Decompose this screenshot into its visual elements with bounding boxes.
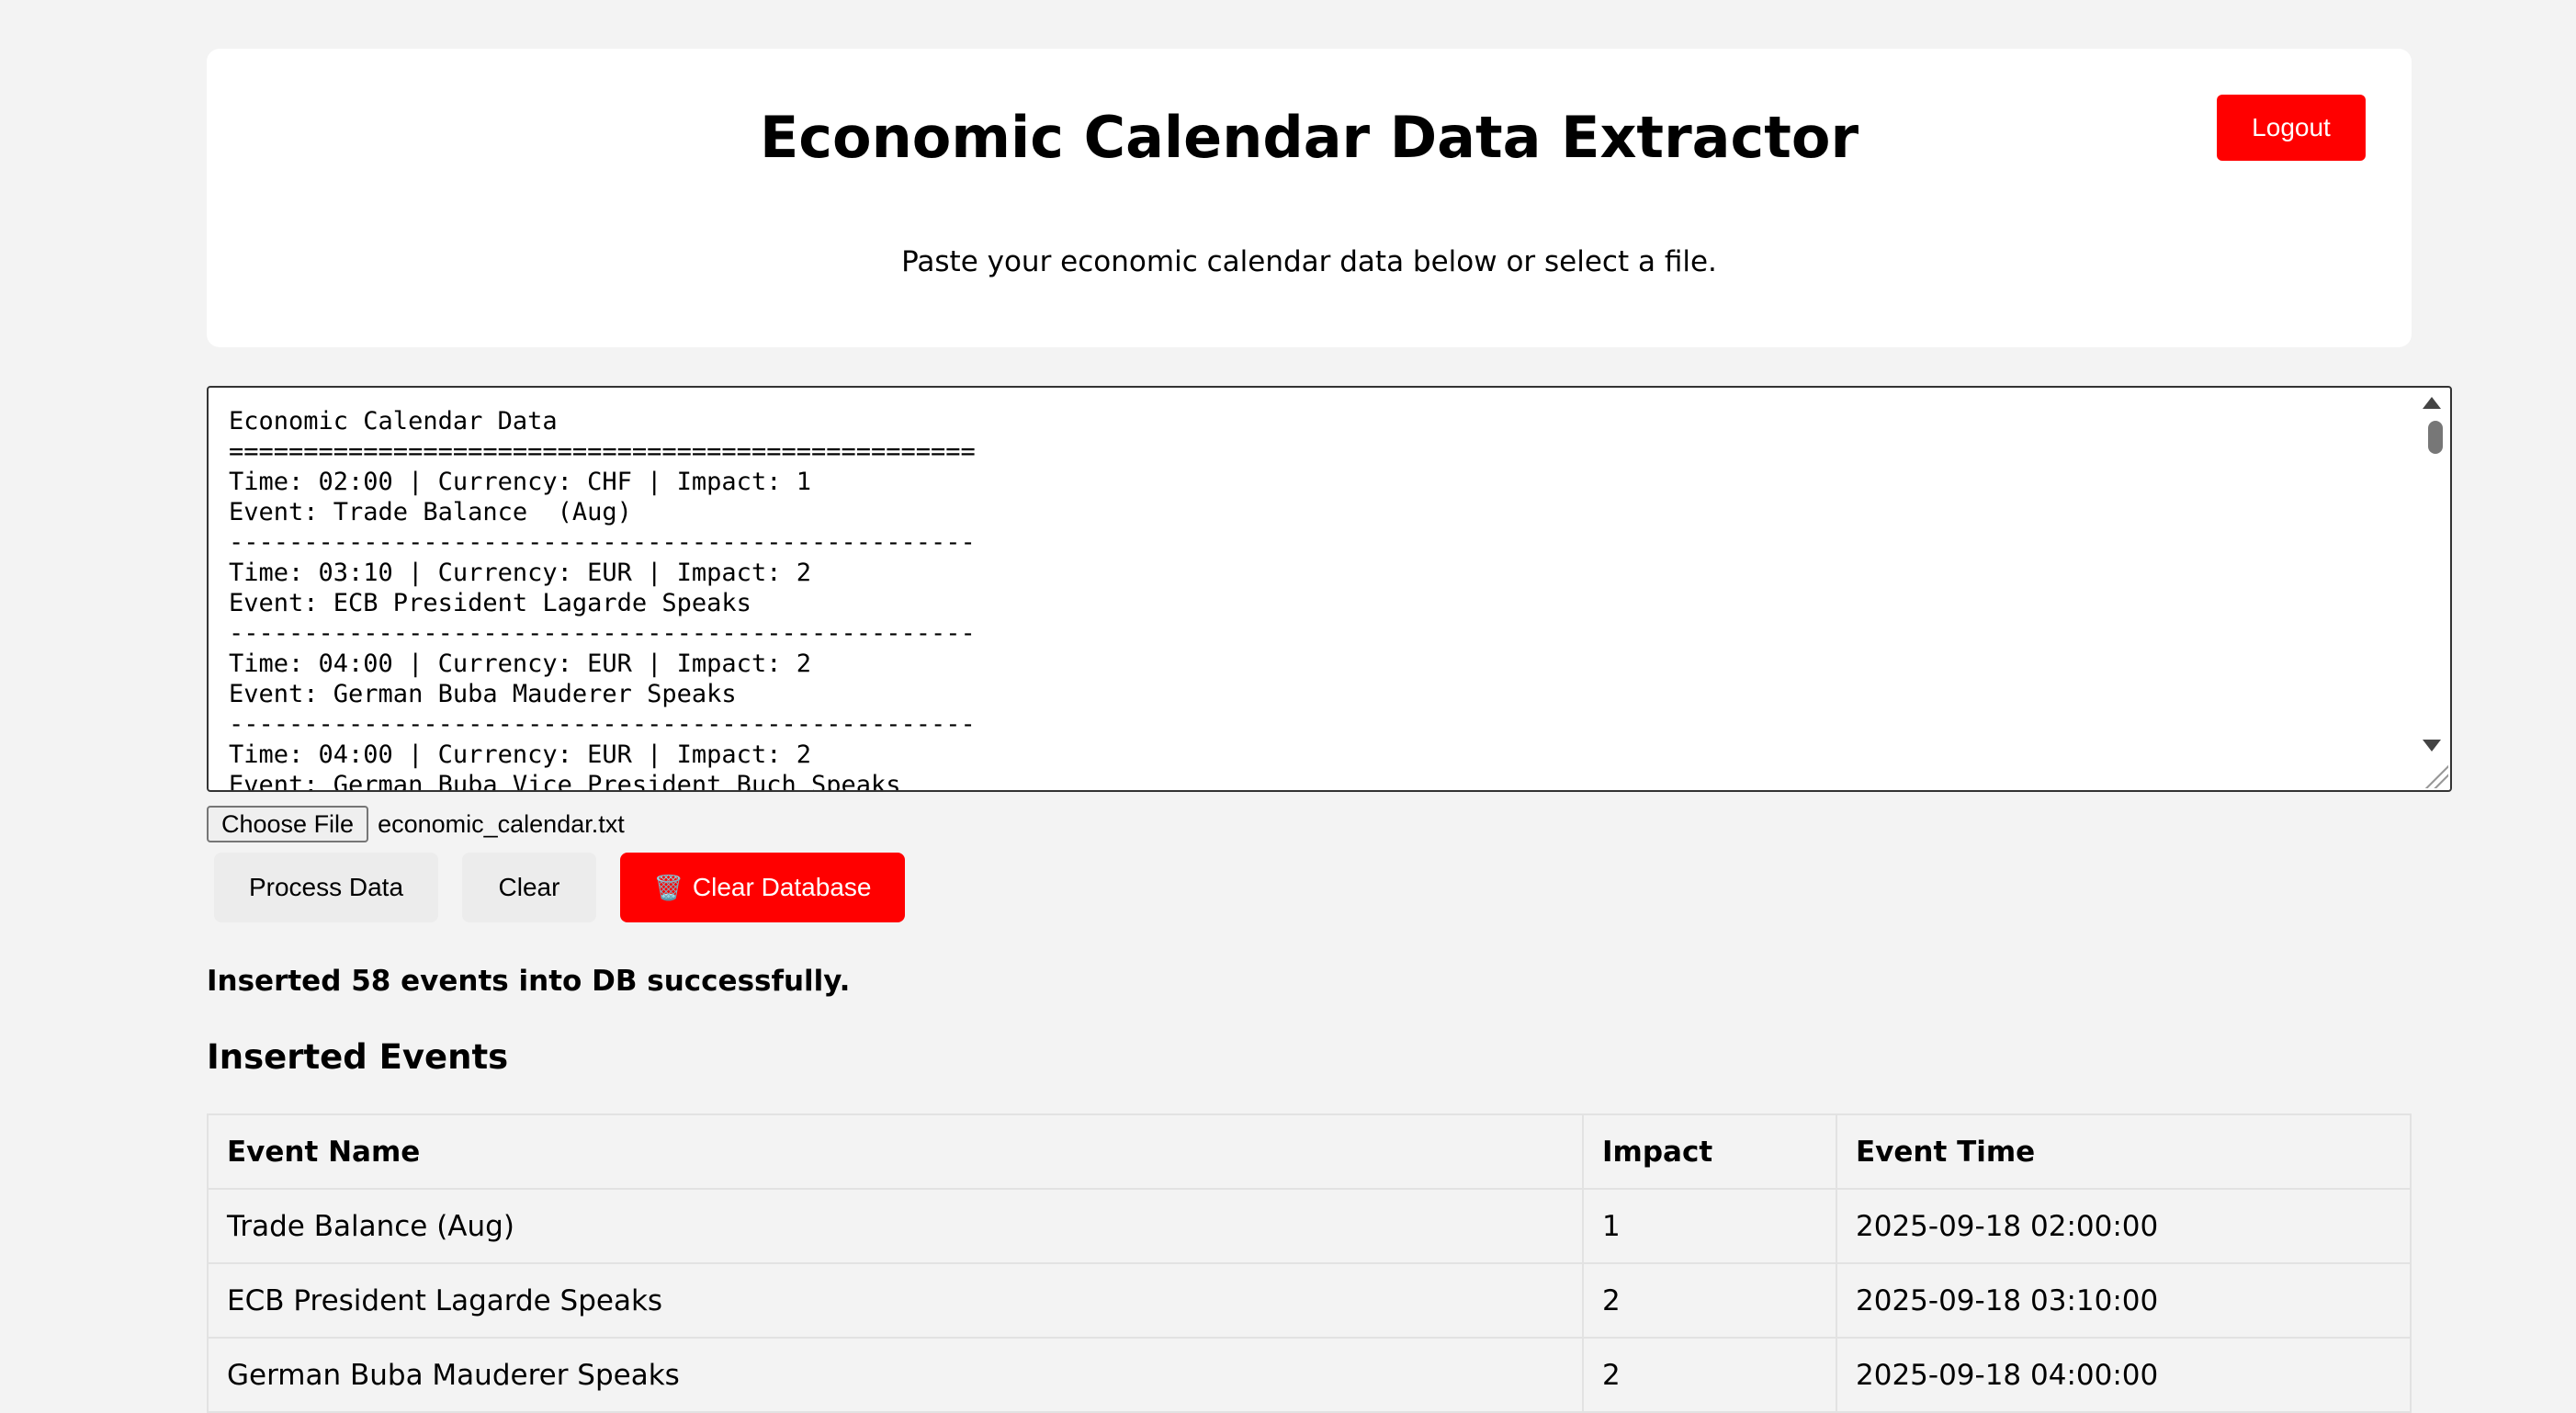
table-header-row: Event Name Impact Event Time bbox=[207, 1113, 2412, 1190]
scroll-up-arrow-icon[interactable] bbox=[2423, 397, 2441, 409]
clear-database-label: Clear Database bbox=[692, 873, 872, 901]
header-card: Economic Calendar Data Extractor Paste y… bbox=[207, 49, 2412, 347]
event-time-cell: 2025-09-18 02:00:00 bbox=[1836, 1188, 2412, 1264]
resize-grip-icon[interactable] bbox=[2423, 763, 2448, 788]
status-message: Inserted 58 events into DB successfully. bbox=[207, 965, 851, 998]
clear-database-button[interactable]: 🗑️ Clear Database bbox=[620, 853, 905, 922]
page-title: Economic Calendar Data Extractor bbox=[759, 104, 1859, 171]
event-name-cell: Trade Balance (Aug) bbox=[207, 1188, 1584, 1264]
action-buttons: Process Data Clear 🗑️ Clear Database bbox=[214, 853, 905, 922]
impact-cell: 2 bbox=[1582, 1262, 1837, 1339]
scroll-down-arrow-icon[interactable] bbox=[2423, 740, 2441, 752]
event-time-cell: 2025-09-18 03:10:00 bbox=[1836, 1262, 2412, 1339]
results-title: Inserted Events bbox=[207, 1037, 509, 1077]
table-row: German Buba Mauderer Speaks 2 2025-09-18… bbox=[207, 1337, 2412, 1413]
process-data-button[interactable]: Process Data bbox=[214, 853, 438, 922]
calendar-data-textarea[interactable]: Economic Calendar Data =================… bbox=[207, 386, 2452, 792]
scrollbar-thumb[interactable] bbox=[2428, 421, 2443, 454]
impact-cell: 1 bbox=[1582, 1188, 1837, 1264]
file-input: Choose File economic_calendar.txt bbox=[207, 805, 625, 843]
events-table: Event Name Impact Event Time Trade Balan… bbox=[207, 1113, 2412, 1413]
page-subtitle: Paste your economic calendar data below … bbox=[901, 245, 1717, 278]
table-row: Trade Balance (Aug) 1 2025-09-18 02:00:0… bbox=[207, 1188, 2412, 1264]
trash-icon: 🗑️ bbox=[653, 873, 684, 901]
column-header-event-name: Event Name bbox=[207, 1113, 1584, 1190]
event-name-cell: ECB President Lagarde Speaks bbox=[207, 1262, 1584, 1339]
choose-file-button[interactable]: Choose File bbox=[207, 806, 369, 842]
event-time-cell: 2025-09-18 04:00:00 bbox=[1836, 1337, 2412, 1413]
event-name-cell: German Buba Mauderer Speaks bbox=[207, 1337, 1584, 1413]
column-header-event-time: Event Time bbox=[1836, 1113, 2412, 1190]
textarea-content: Economic Calendar Data =================… bbox=[229, 407, 976, 792]
table-row: ECB President Lagarde Speaks 2 2025-09-1… bbox=[207, 1262, 2412, 1339]
selected-file-name: economic_calendar.txt bbox=[378, 809, 625, 838]
logout-button[interactable]: Logout bbox=[2217, 95, 2366, 161]
column-header-impact: Impact bbox=[1582, 1113, 1837, 1190]
impact-cell: 2 bbox=[1582, 1337, 1837, 1413]
clear-button[interactable]: Clear bbox=[462, 853, 596, 922]
